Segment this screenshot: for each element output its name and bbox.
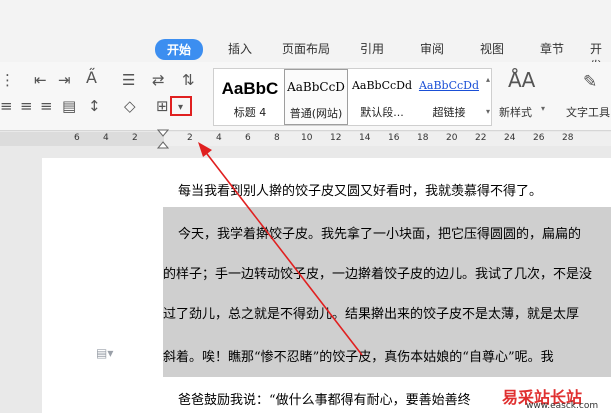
watermark-text-en: www.easck.com xyxy=(526,401,599,411)
annotation-arrow xyxy=(198,142,363,356)
watermark: 易采站长站 www.easck.com xyxy=(496,382,611,413)
